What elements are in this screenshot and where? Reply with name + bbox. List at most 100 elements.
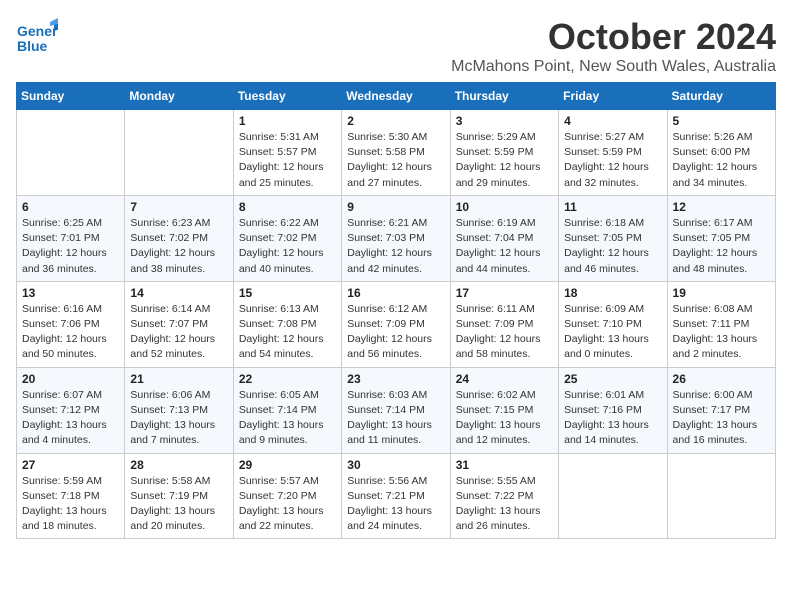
day-number: 3 [456, 114, 553, 128]
calendar-cell: 14Sunrise: 6:14 AM Sunset: 7:07 PM Dayli… [125, 281, 233, 367]
day-info: Sunrise: 6:23 AM Sunset: 7:02 PM Dayligh… [130, 216, 227, 277]
month-title: October 2024 [451, 16, 776, 58]
calendar-cell [667, 453, 775, 539]
calendar-week-2: 6Sunrise: 6:25 AM Sunset: 7:01 PM Daylig… [17, 195, 776, 281]
calendar-cell: 28 Sunrise: 5:58 AM Sunset: 7:19 PM Dayli… [125, 453, 233, 539]
col-tuesday: Tuesday [233, 83, 341, 110]
calendar-cell: 17 Sunrise: 6:11 AM Sunset: 7:09 PM Dayli… [450, 281, 558, 367]
day-info: Sunrise: 6:17 AM Sunset: 7:05 PM Dayligh… [673, 216, 770, 277]
day-number: 20 [22, 372, 119, 386]
calendar-cell: 26 Sunrise: 6:00 AM Sunset: 7:17 PM Dayli… [667, 367, 775, 453]
col-thursday: Thursday [450, 83, 558, 110]
day-info: Sunrise: 6:21 AM Sunset: 7:03 PM Dayligh… [347, 216, 444, 277]
calendar-cell [17, 110, 125, 196]
calendar-cell [559, 453, 667, 539]
day-number: 1 [239, 114, 336, 128]
col-monday: Monday [125, 83, 233, 110]
calendar-cell: 24 Sunrise: 6:02 AM Sunset: 7:15 PM Dayli… [450, 367, 558, 453]
day-info: Sunrise: 5:30 AM Sunset: 5:58 PM Dayligh… [347, 130, 444, 191]
day-info: Sunrise: 5:27 AM Sunset: 5:59 PM Dayligh… [564, 130, 661, 191]
calendar-cell: 11 Sunrise: 6:18 AM Sunset: 7:05 PM Dayli… [559, 195, 667, 281]
header-row: Sunday Monday Tuesday Wednesday Thursday… [17, 83, 776, 110]
calendar-cell: 27 Sunrise: 5:59 AM Sunset: 7:18 PM Dayli… [17, 453, 125, 539]
header: General Blue October 2024 McMahons Point… [16, 16, 776, 76]
day-number: 4 [564, 114, 661, 128]
day-number: 28 [130, 458, 227, 472]
day-number: 21 [130, 372, 227, 386]
col-sunday: Sunday [17, 83, 125, 110]
col-wednesday: Wednesday [342, 83, 450, 110]
calendar-cell: 16 Sunrise: 6:12 AM Sunset: 7:09 PM Dayli… [342, 281, 450, 367]
day-number: 16 [347, 286, 444, 300]
day-info: Sunrise: 6:14 AM Sunset: 7:07 PM Dayligh… [130, 302, 227, 363]
day-number: 23 [347, 372, 444, 386]
calendar-cell: 21 Sunrise: 6:06 AM Sunset: 7:13 PM Dayli… [125, 367, 233, 453]
day-info: Sunrise: 6:25 AM Sunset: 7:01 PM Dayligh… [22, 216, 119, 277]
day-number: 30 [347, 458, 444, 472]
calendar-week-3: 13 Sunrise: 6:16 AM Sunset: 7:06 PM Dayli… [17, 281, 776, 367]
day-info: Sunrise: 6:09 AM Sunset: 7:10 PM Dayligh… [564, 302, 661, 363]
day-number: 27 [22, 458, 119, 472]
day-info: Sunrise: 6:11 AM Sunset: 7:09 PM Dayligh… [456, 302, 553, 363]
day-number: 15 [239, 286, 336, 300]
day-info: Sunrise: 6:02 AM Sunset: 7:15 PM Dayligh… [456, 388, 553, 449]
calendar-cell: 12Sunrise: 6:17 AM Sunset: 7:05 PM Dayli… [667, 195, 775, 281]
day-info: Sunrise: 5:31 AM Sunset: 5:57 PM Dayligh… [239, 130, 336, 191]
calendar-week-5: 27 Sunrise: 5:59 AM Sunset: 7:18 PM Dayli… [17, 453, 776, 539]
day-number: 7 [130, 200, 227, 214]
day-info: Sunrise: 6:06 AM Sunset: 7:13 PM Dayligh… [130, 388, 227, 449]
location-title: McMahons Point, New South Wales, Austral… [451, 58, 776, 76]
calendar-cell: 20 Sunrise: 6:07 AM Sunset: 7:12 PM Dayli… [17, 367, 125, 453]
calendar-cell: 22 Sunrise: 6:05 AM Sunset: 7:14 PM Dayli… [233, 367, 341, 453]
day-info: Sunrise: 5:29 AM Sunset: 5:59 PM Dayligh… [456, 130, 553, 191]
calendar-cell: 8Sunrise: 6:22 AM Sunset: 7:02 PM Daylig… [233, 195, 341, 281]
day-info: Sunrise: 6:05 AM Sunset: 7:14 PM Dayligh… [239, 388, 336, 449]
day-info: Sunrise: 6:07 AM Sunset: 7:12 PM Dayligh… [22, 388, 119, 449]
day-info: Sunrise: 5:57 AM Sunset: 7:20 PM Dayligh… [239, 474, 336, 535]
calendar-week-4: 20 Sunrise: 6:07 AM Sunset: 7:12 PM Dayli… [17, 367, 776, 453]
day-number: 25 [564, 372, 661, 386]
day-info: Sunrise: 6:19 AM Sunset: 7:04 PM Dayligh… [456, 216, 553, 277]
calendar-cell: 18 Sunrise: 6:09 AM Sunset: 7:10 PM Dayli… [559, 281, 667, 367]
day-number: 22 [239, 372, 336, 386]
day-info: Sunrise: 6:12 AM Sunset: 7:09 PM Dayligh… [347, 302, 444, 363]
logo-icon: General Blue [16, 16, 58, 58]
day-info: Sunrise: 6:00 AM Sunset: 7:17 PM Dayligh… [673, 388, 770, 449]
svg-text:Blue: Blue [17, 38, 48, 54]
day-info: Sunrise: 6:03 AM Sunset: 7:14 PM Dayligh… [347, 388, 444, 449]
title-block: October 2024 McMahons Point, New South W… [451, 16, 776, 76]
calendar-cell: 15 Sunrise: 6:13 AM Sunset: 7:08 PM Dayli… [233, 281, 341, 367]
day-info: Sunrise: 6:22 AM Sunset: 7:02 PM Dayligh… [239, 216, 336, 277]
day-info: Sunrise: 6:18 AM Sunset: 7:05 PM Dayligh… [564, 216, 661, 277]
day-info: Sunrise: 6:13 AM Sunset: 7:08 PM Dayligh… [239, 302, 336, 363]
day-number: 26 [673, 372, 770, 386]
day-number: 24 [456, 372, 553, 386]
day-number: 11 [564, 200, 661, 214]
day-number: 18 [564, 286, 661, 300]
calendar-cell: 6Sunrise: 6:25 AM Sunset: 7:01 PM Daylig… [17, 195, 125, 281]
logo: General Blue [16, 16, 58, 58]
calendar-cell: 2 Sunrise: 5:30 AM Sunset: 5:58 PM Daylig… [342, 110, 450, 196]
calendar-cell: 31Sunrise: 5:55 AM Sunset: 7:22 PM Dayli… [450, 453, 558, 539]
page-container: General Blue October 2024 McMahons Point… [16, 16, 776, 539]
day-info: Sunrise: 6:08 AM Sunset: 7:11 PM Dayligh… [673, 302, 770, 363]
day-info: Sunrise: 5:56 AM Sunset: 7:21 PM Dayligh… [347, 474, 444, 535]
day-number: 2 [347, 114, 444, 128]
day-info: Sunrise: 5:59 AM Sunset: 7:18 PM Dayligh… [22, 474, 119, 535]
day-number: 13 [22, 286, 119, 300]
calendar-cell: 5Sunrise: 5:26 AM Sunset: 6:00 PM Daylig… [667, 110, 775, 196]
calendar-cell: 25 Sunrise: 6:01 AM Sunset: 7:16 PM Dayli… [559, 367, 667, 453]
col-saturday: Saturday [667, 83, 775, 110]
calendar-cell: 30 Sunrise: 5:56 AM Sunset: 7:21 PM Dayli… [342, 453, 450, 539]
calendar-cell: 9Sunrise: 6:21 AM Sunset: 7:03 PM Daylig… [342, 195, 450, 281]
day-info: Sunrise: 6:01 AM Sunset: 7:16 PM Dayligh… [564, 388, 661, 449]
calendar-table: Sunday Monday Tuesday Wednesday Thursday… [16, 82, 776, 539]
col-friday: Friday [559, 83, 667, 110]
day-info: Sunrise: 5:58 AM Sunset: 7:19 PM Dayligh… [130, 474, 227, 535]
calendar-cell: 13 Sunrise: 6:16 AM Sunset: 7:06 PM Dayli… [17, 281, 125, 367]
day-info: Sunrise: 6:16 AM Sunset: 7:06 PM Dayligh… [22, 302, 119, 363]
day-number: 17 [456, 286, 553, 300]
calendar-week-1: 1 Sunrise: 5:31 AM Sunset: 5:57 PM Daylig… [17, 110, 776, 196]
calendar-cell: 29Sunrise: 5:57 AM Sunset: 7:20 PM Dayli… [233, 453, 341, 539]
day-info: Sunrise: 5:55 AM Sunset: 7:22 PM Dayligh… [456, 474, 553, 535]
